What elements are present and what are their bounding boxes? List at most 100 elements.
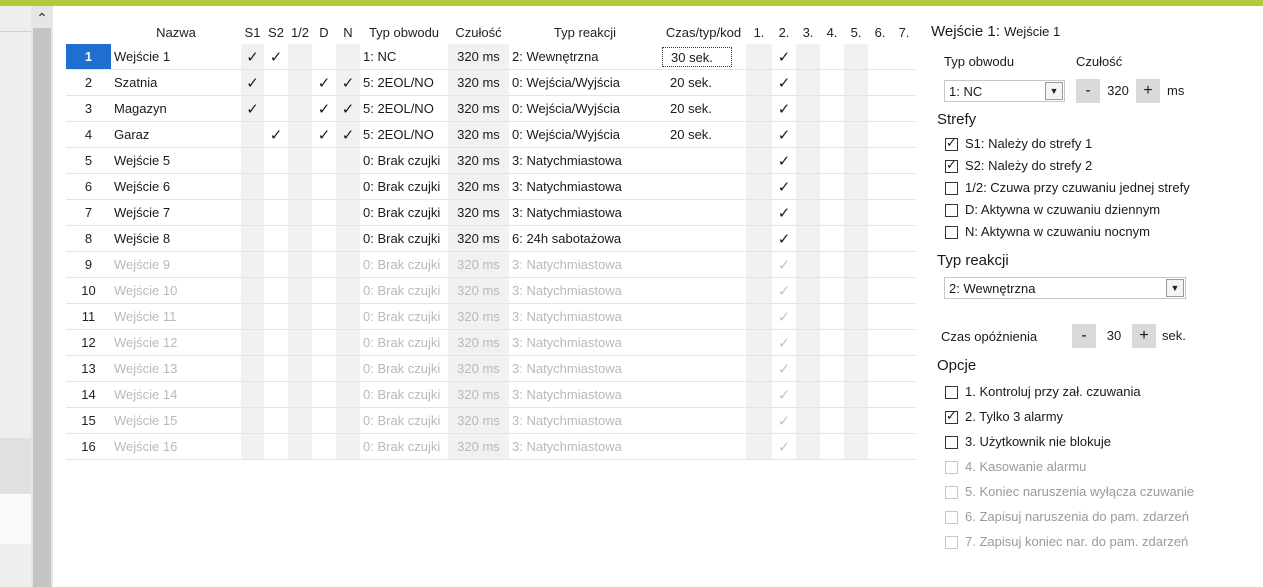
czas-increment-button[interactable]: + xyxy=(1132,324,1156,348)
strefy-checkbox-2[interactable] xyxy=(945,157,958,173)
row-czulosc[interactable]: 320 ms xyxy=(448,329,509,356)
row-number[interactable]: 13 xyxy=(66,355,111,382)
row-opt-2[interactable]: ✓ xyxy=(772,329,796,356)
row-opt-1[interactable] xyxy=(746,381,772,408)
row-czas[interactable] xyxy=(661,199,746,226)
row-opt-3[interactable] xyxy=(796,121,820,148)
strefy-checkbox-4[interactable] xyxy=(945,204,958,217)
row-opt-1[interactable] xyxy=(746,251,772,278)
row-s2[interactable] xyxy=(264,433,288,460)
row-opt-5[interactable] xyxy=(844,95,868,122)
header-n[interactable]: N xyxy=(336,20,360,44)
row-s2[interactable] xyxy=(264,173,288,200)
row-s2[interactable] xyxy=(264,277,288,304)
row-opt-4[interactable] xyxy=(820,225,844,252)
row-d[interactable] xyxy=(312,381,336,408)
row-number[interactable]: 15 xyxy=(66,407,111,434)
row-opt-4[interactable] xyxy=(820,147,844,174)
row-name[interactable]: Wejście 11 xyxy=(111,303,241,330)
row-opt-5[interactable] xyxy=(844,173,868,200)
row-opt-7[interactable] xyxy=(892,121,916,148)
row-typ-obwodu[interactable]: 1: NC xyxy=(360,44,448,70)
row-opt-3[interactable] xyxy=(796,225,820,252)
row-name[interactable]: Wejście 5 xyxy=(111,147,241,174)
row-n[interactable]: ✓ xyxy=(336,69,360,96)
row-opt-6[interactable] xyxy=(868,277,892,304)
row-number[interactable]: 6 xyxy=(66,173,111,200)
row-czas[interactable] xyxy=(661,303,746,330)
row-s2[interactable] xyxy=(264,407,288,434)
row-opt-3[interactable] xyxy=(796,44,820,70)
row-d[interactable]: ✓ xyxy=(312,121,336,148)
row-opt-5[interactable] xyxy=(844,251,868,278)
row-opt-5[interactable] xyxy=(844,277,868,304)
row-n[interactable] xyxy=(336,303,360,330)
row-opt-7[interactable] xyxy=(892,173,916,200)
row-opt-2[interactable]: ✓ xyxy=(772,95,796,122)
row-n[interactable] xyxy=(336,355,360,382)
row-typ-obwodu[interactable]: 0: Brak czujki xyxy=(360,433,448,460)
row-opt-7[interactable] xyxy=(892,329,916,356)
row-opt-3[interactable] xyxy=(796,95,820,122)
row-typ-obwodu[interactable]: 5: 2EOL/NO xyxy=(360,95,448,122)
row-opt-2[interactable]: ✓ xyxy=(772,121,796,148)
row-name[interactable]: Magazyn xyxy=(111,95,241,122)
row-czulosc[interactable]: 320 ms xyxy=(448,44,509,70)
row-name[interactable]: Wejście 16 xyxy=(111,433,241,460)
strefy-checkbox-5[interactable] xyxy=(945,226,958,239)
row-czas[interactable] xyxy=(661,173,746,200)
header-typ-reakcji[interactable]: Typ reakcji xyxy=(509,20,661,44)
row-s1[interactable] xyxy=(241,303,264,330)
row-s2[interactable] xyxy=(264,251,288,278)
typ-reakcji-select[interactable]: 2: Wewnętrzna ▼ xyxy=(944,277,1186,299)
row-s1[interactable]: ✓ xyxy=(241,95,264,122)
row-opt-7[interactable] xyxy=(892,225,916,252)
czas-edit-box[interactable]: 30 sek. xyxy=(662,46,732,67)
row-name[interactable]: Wejście 14 xyxy=(111,381,241,408)
header-opt-1[interactable]: 1. xyxy=(746,20,772,44)
row-d[interactable] xyxy=(312,147,336,174)
row-number[interactable]: 12 xyxy=(66,329,111,356)
row-opt-1[interactable] xyxy=(746,355,772,382)
row-opt-1[interactable] xyxy=(746,69,772,96)
row-opt-1[interactable] xyxy=(746,225,772,252)
row-half[interactable] xyxy=(288,303,312,330)
row-s2[interactable] xyxy=(264,225,288,252)
row-opt-6[interactable] xyxy=(868,225,892,252)
czas-decrement-button[interactable]: - xyxy=(1072,324,1096,348)
table-row[interactable]: 14 Wejście 14 0: Brak czujki 320 ms 3: Natyc… xyxy=(66,381,916,408)
row-opt-4[interactable] xyxy=(820,121,844,148)
header-czulosc[interactable]: Czułość xyxy=(448,20,509,44)
header-opt-2[interactable]: 2. xyxy=(772,20,796,44)
row-s1[interactable] xyxy=(241,251,264,278)
row-opt-2[interactable]: ✓ xyxy=(772,225,796,252)
header-half[interactable]: 1/2 xyxy=(288,20,312,44)
table-row[interactable]: 15 Wejście 15 0: Brak czujki 320 ms 3: Natyc… xyxy=(66,407,916,434)
row-opt-2[interactable]: ✓ xyxy=(772,173,796,200)
row-half[interactable] xyxy=(288,69,312,96)
row-s1[interactable] xyxy=(241,329,264,356)
row-typ-reakcji[interactable]: 3: Natychmiastowa xyxy=(509,303,661,330)
row-czas[interactable] xyxy=(661,225,746,252)
row-czas[interactable] xyxy=(661,407,746,434)
row-czulosc[interactable]: 320 ms xyxy=(448,95,509,122)
row-opt-2[interactable]: ✓ xyxy=(772,355,796,382)
czulosc-increment-button[interactable]: + xyxy=(1136,79,1160,103)
row-opt-1[interactable] xyxy=(746,433,772,460)
row-opt-5[interactable] xyxy=(844,381,868,408)
row-name[interactable]: Wejście 6 xyxy=(111,173,241,200)
row-typ-obwodu[interactable]: 0: Brak czujki xyxy=(360,277,448,304)
row-opt-7[interactable] xyxy=(892,44,916,70)
row-s1[interactable] xyxy=(241,121,264,148)
header-opt-7[interactable]: 7. xyxy=(892,20,916,44)
table-row[interactable]: 16 Wejście 16 0: Brak czujki 320 ms 3: Natyc… xyxy=(66,433,916,460)
row-opt-4[interactable] xyxy=(820,44,844,70)
row-czulosc[interactable]: 320 ms xyxy=(448,277,509,304)
row-opt-2[interactable]: ✓ xyxy=(772,407,796,434)
row-opt-3[interactable] xyxy=(796,277,820,304)
row-opt-6[interactable] xyxy=(868,173,892,200)
row-half[interactable] xyxy=(288,173,312,200)
row-typ-obwodu[interactable]: 0: Brak czujki xyxy=(360,173,448,200)
row-opt-1[interactable] xyxy=(746,44,772,70)
row-half[interactable] xyxy=(288,433,312,460)
